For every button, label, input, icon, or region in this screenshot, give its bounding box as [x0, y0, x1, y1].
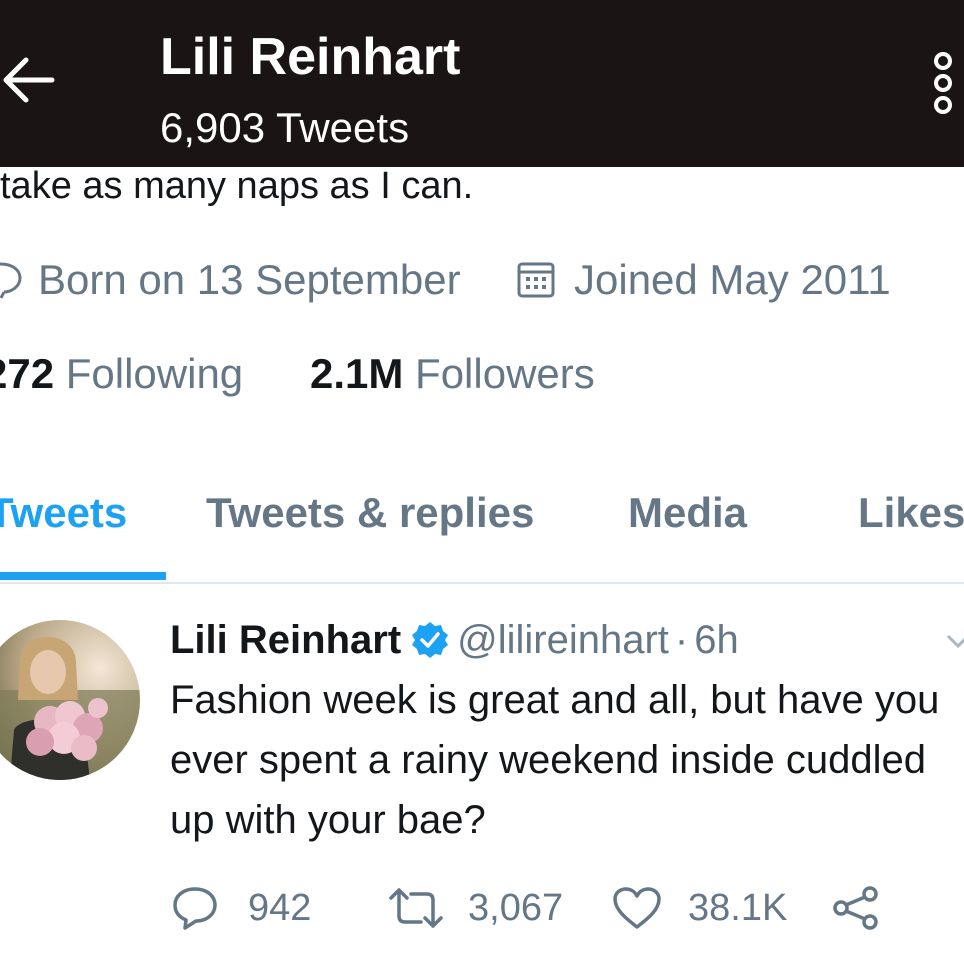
chevron-down-icon — [946, 634, 964, 649]
tab-tweets[interactable]: Tweets — [0, 480, 127, 546]
profile-tabs: Tweets Tweets & replies Media Likes — [0, 480, 964, 584]
reply-icon — [173, 887, 217, 930]
tweet-author-handle[interactable]: @lilireinhart — [457, 618, 669, 662]
followers-count: 2.1M — [310, 350, 404, 397]
followers-link[interactable]: 2.1M Followers — [310, 346, 595, 402]
retweet-count: 3,067 — [468, 887, 564, 929]
profile-name-title: Lili Reinhart — [160, 28, 461, 86]
reply-count: 942 — [248, 887, 312, 929]
profile-bio: take as many naps as I can. — [0, 165, 474, 207]
avatar[interactable] — [0, 620, 140, 780]
tab-tweets-and-replies[interactable]: Tweets & replies — [206, 480, 534, 546]
joined-date-text: Joined May 2011 — [574, 256, 891, 303]
like-button[interactable]: 38.1K — [612, 878, 802, 938]
share-icon — [833, 886, 878, 930]
tab-likes[interactable]: Likes — [858, 480, 964, 546]
active-tab-indicator — [0, 572, 166, 580]
following-count: 272 — [0, 350, 55, 397]
more-vertical-icon — [934, 52, 952, 114]
tab-media[interactable]: Media — [628, 480, 747, 546]
heart-icon — [613, 887, 661, 929]
tweet-actions: 942 3,067 38.1K — [0, 878, 964, 938]
like-count: 38.1K — [688, 887, 788, 929]
calendar-icon — [517, 262, 555, 298]
tweet-header: Lili Reinhart @lilireinhart · 6h — [170, 612, 739, 668]
share-button[interactable] — [832, 878, 882, 938]
avatar-photo — [0, 620, 140, 780]
verified-badge-icon — [412, 622, 449, 658]
follow-stats: 272 Following 2.1M Followers — [0, 346, 964, 402]
tweet-author-name[interactable]: Lili Reinhart — [170, 618, 401, 662]
separator-dot: · — [674, 618, 689, 662]
tweet-count: 6,903 Tweets — [160, 104, 410, 151]
followers-label: Followers — [415, 350, 595, 397]
tweet-timestamp[interactable]: 6h — [694, 618, 739, 662]
profile-meta: Born on 13 September Joined May 2011 — [0, 252, 964, 308]
arrow-left-icon — [3, 57, 55, 103]
profile-page: Lili Reinhart 6,903 Tweets take as many … — [0, 0, 964, 964]
back-button[interactable] — [0, 50, 60, 110]
tweet-text: Fashion week is great and all, but have … — [170, 678, 940, 842]
more-options-button[interactable] — [924, 50, 964, 120]
tweet-menu-button[interactable] — [946, 632, 964, 652]
top-bar: Lili Reinhart 6,903 Tweets — [0, 0, 964, 167]
following-label: Following — [65, 350, 244, 397]
reply-button[interactable]: 942 — [172, 878, 332, 938]
retweet-button[interactable]: 3,067 — [388, 878, 578, 938]
birthday-text: Born on 13 September — [38, 256, 461, 303]
following-link[interactable]: 272 Following — [0, 346, 243, 402]
balloon-icon — [0, 262, 22, 299]
retweet-icon — [389, 888, 443, 928]
